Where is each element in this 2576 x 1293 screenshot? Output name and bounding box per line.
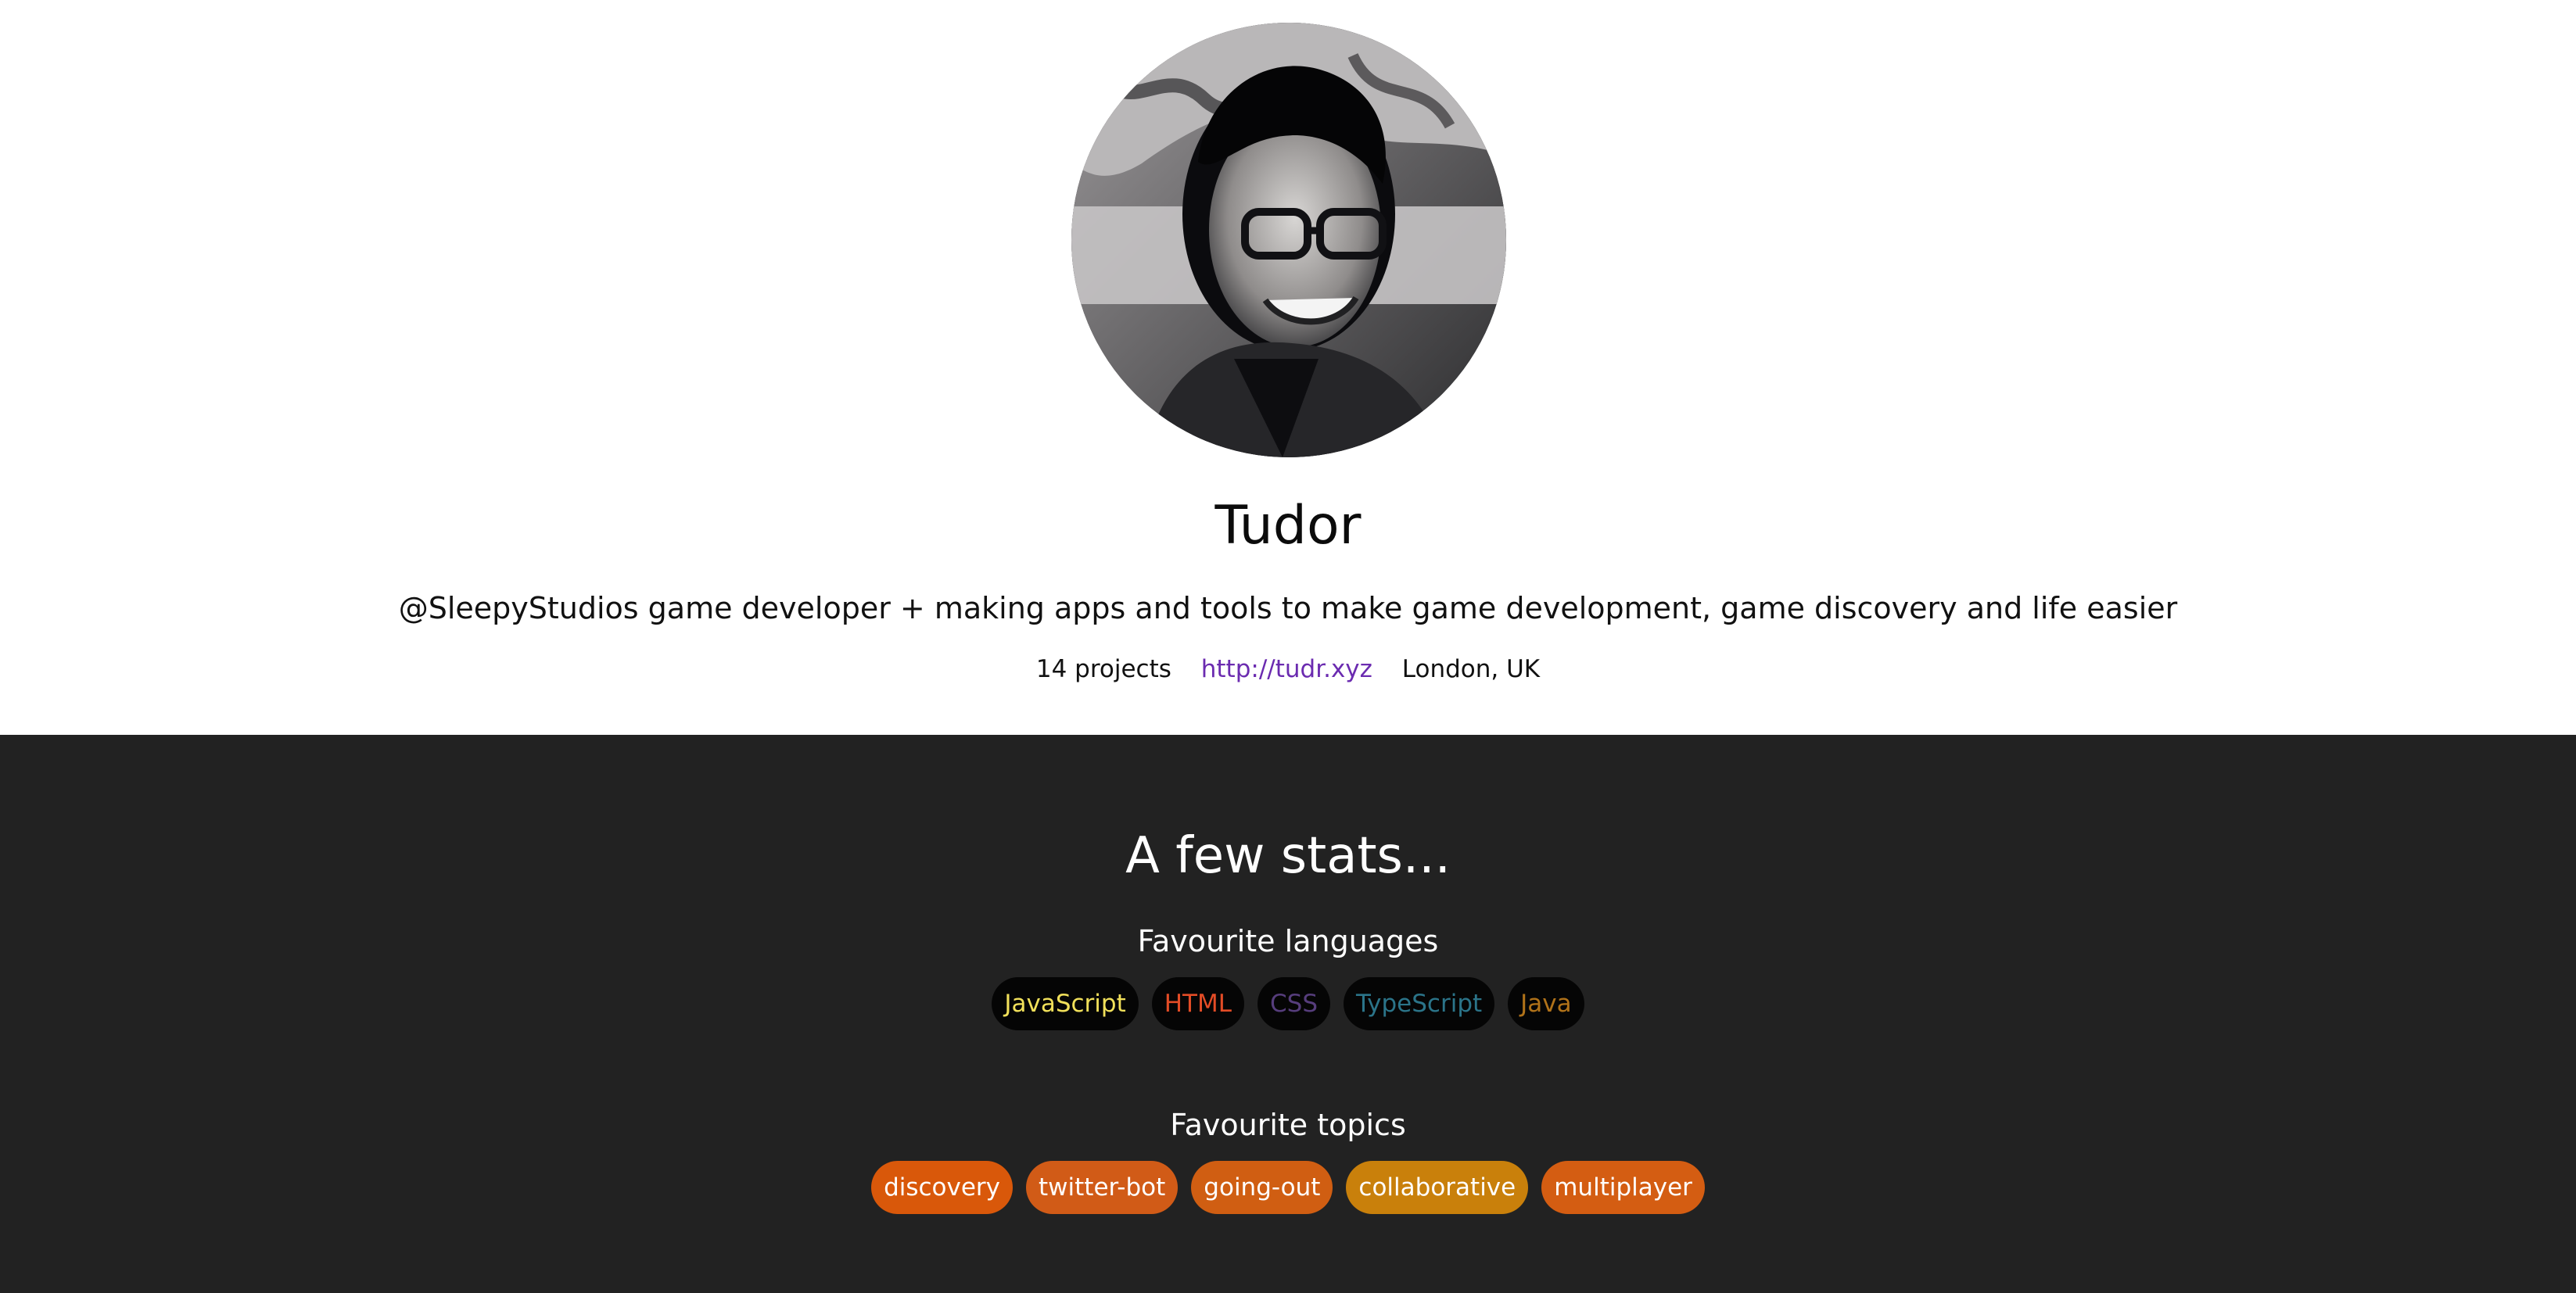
language-chip: HTML [1151,977,1245,1030]
stats-title: A few stats... [1125,827,1451,885]
profile-meta: 14 projects http://tudr.xyz London, UK [0,650,2576,688]
avatar-photo [1071,23,1506,457]
topics-title: Favourite topics [1170,1108,1406,1142]
website-link[interactable]: http://tudr.xyz [1201,655,1372,683]
avatar[interactable] [1071,23,1506,457]
profile-bio: @SleepyStudios game developer + making a… [398,591,2178,625]
location-text: London, UK [1401,655,1541,683]
profile-header: Tudor @SleepyStudios game developer + ma… [0,0,2576,735]
language-chip: TypeScript [1344,977,1495,1030]
language-chip: Java [1508,977,1584,1030]
language-chip: CSS [1258,977,1331,1030]
topic-chip: going-out [1191,1161,1333,1214]
language-chips: JavaScript HTML CSS TypeScript Java [0,977,2576,1030]
topic-chip: collaborative [1346,1161,1529,1214]
topic-chip: twitter-bot [1026,1161,1179,1214]
language-chip: JavaScript [992,977,1139,1030]
topic-chips: discovery twitter-bot going-out collabor… [0,1161,2576,1214]
topic-chip: multiplayer [1541,1161,1705,1214]
projects-count: 14 projects [1035,655,1171,683]
topic-chip: discovery [871,1161,1014,1214]
profile-name: Tudor [1214,495,1362,557]
languages-title: Favourite languages [1137,924,1439,958]
